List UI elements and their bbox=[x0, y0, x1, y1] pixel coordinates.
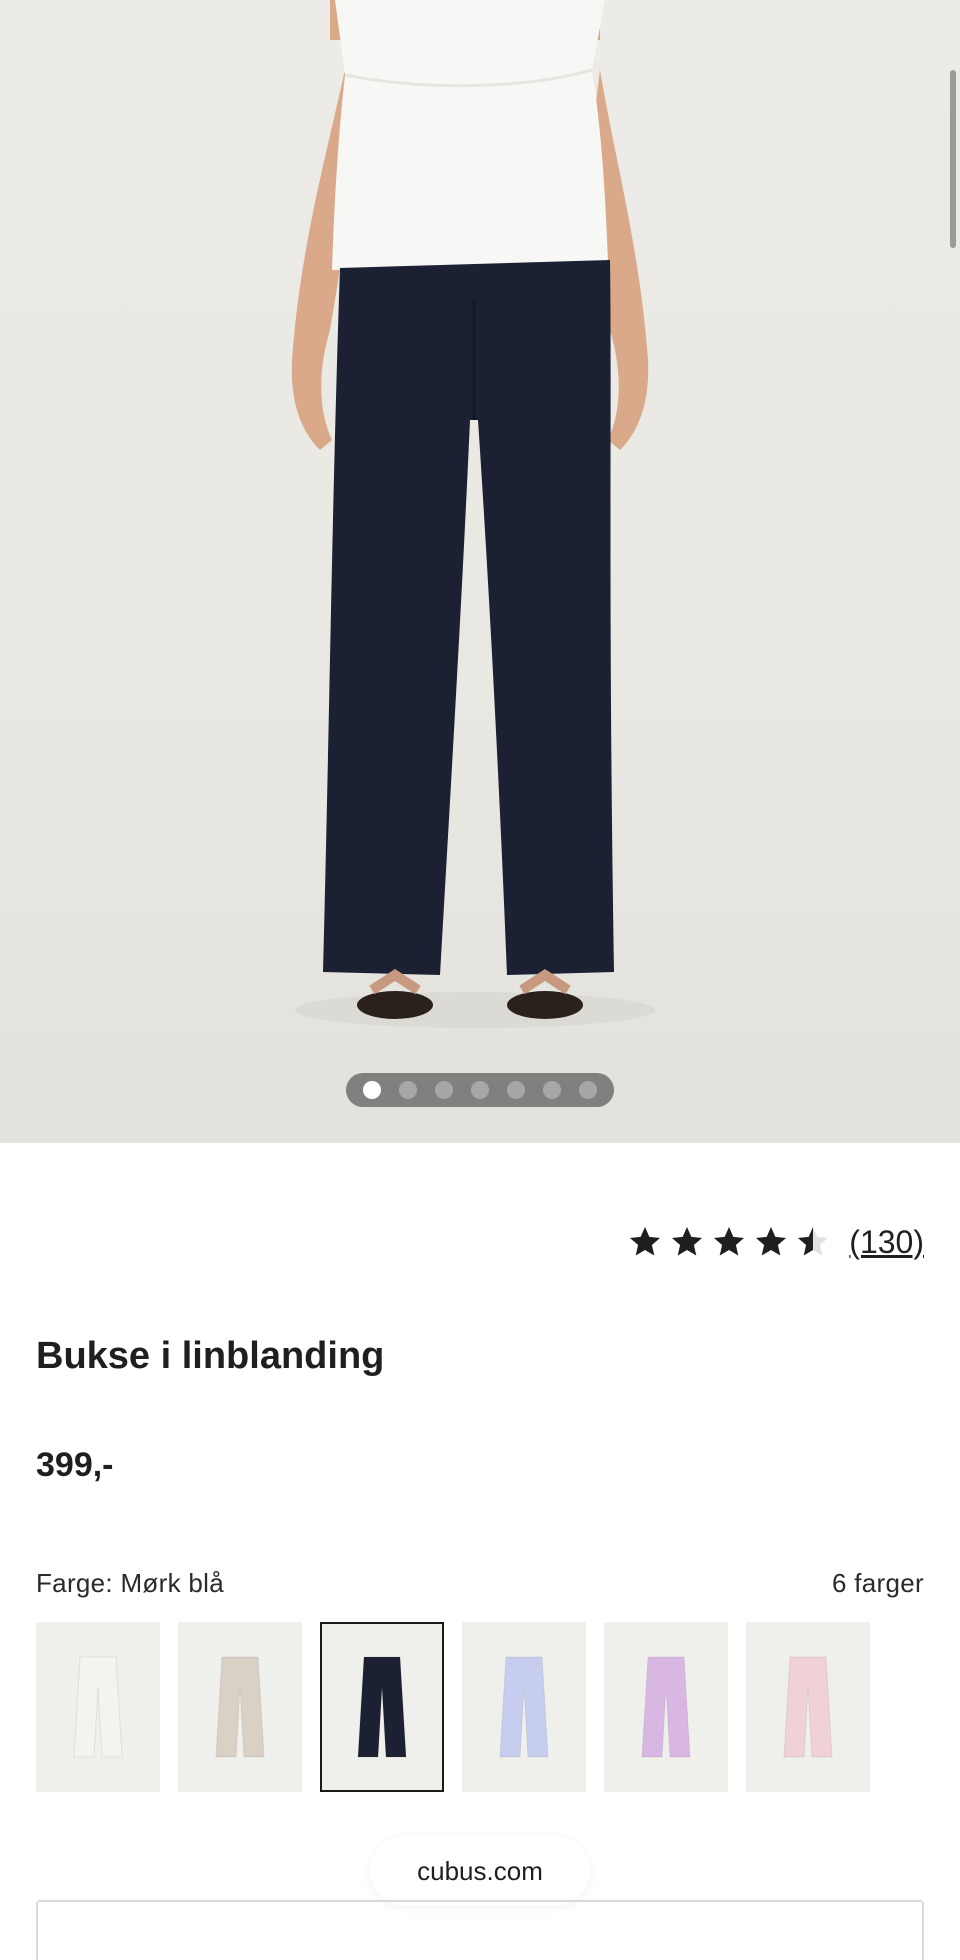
product-rating[interactable]: (130) bbox=[627, 1222, 924, 1262]
swatch-pants-image bbox=[783, 1656, 833, 1758]
rating-stars bbox=[627, 1224, 831, 1260]
url-text: cubus.com bbox=[417, 1855, 543, 1886]
product-title: Bukse i linblanding bbox=[36, 1335, 385, 1377]
size-selector-box[interactable] bbox=[36, 1900, 924, 1960]
color-swatch[interactable] bbox=[36, 1622, 160, 1792]
color-selector-header: Farge: Mørk blå 6 farger bbox=[36, 1568, 924, 1599]
color-swatch[interactable] bbox=[320, 1622, 444, 1792]
gallery-dot[interactable] bbox=[579, 1081, 597, 1099]
swatch-pants-image bbox=[357, 1656, 407, 1758]
selected-color-label: Farge: Mørk blå bbox=[36, 1568, 224, 1598]
gallery-dot[interactable] bbox=[399, 1081, 417, 1099]
swatch-pants-image bbox=[215, 1656, 265, 1758]
color-swatch[interactable] bbox=[604, 1622, 728, 1792]
swatch-pants-image bbox=[499, 1656, 549, 1758]
color-count-label: 6 farger bbox=[831, 1568, 924, 1598]
product-price: 399,- bbox=[36, 1446, 114, 1484]
product-image-gallery[interactable] bbox=[0, 0, 960, 1143]
color-swatch-list bbox=[36, 1622, 870, 1792]
gallery-dot[interactable] bbox=[435, 1081, 453, 1099]
swatch-pants-image bbox=[641, 1656, 691, 1758]
star-full-icon bbox=[630, 1227, 661, 1256]
star-full-icon bbox=[672, 1227, 703, 1256]
color-swatch[interactable] bbox=[462, 1622, 586, 1792]
star-half-icon bbox=[798, 1227, 829, 1256]
color-swatch[interactable] bbox=[746, 1622, 870, 1792]
review-count-link[interactable]: (130) bbox=[849, 1224, 924, 1261]
gallery-pagination[interactable] bbox=[346, 1073, 614, 1107]
gallery-dot[interactable] bbox=[471, 1081, 489, 1099]
gallery-dot[interactable] bbox=[507, 1081, 525, 1099]
page-scrollbar[interactable] bbox=[950, 70, 956, 248]
swatch-pants-image bbox=[73, 1656, 123, 1758]
product-photo bbox=[291, 0, 655, 1028]
gallery-dot[interactable] bbox=[363, 1081, 381, 1099]
color-swatch[interactable] bbox=[178, 1622, 302, 1792]
star-full-icon bbox=[714, 1227, 745, 1256]
star-full-icon bbox=[756, 1227, 787, 1256]
gallery-dot[interactable] bbox=[543, 1081, 561, 1099]
browser-url-bar[interactable]: cubus.com bbox=[370, 1836, 590, 1906]
